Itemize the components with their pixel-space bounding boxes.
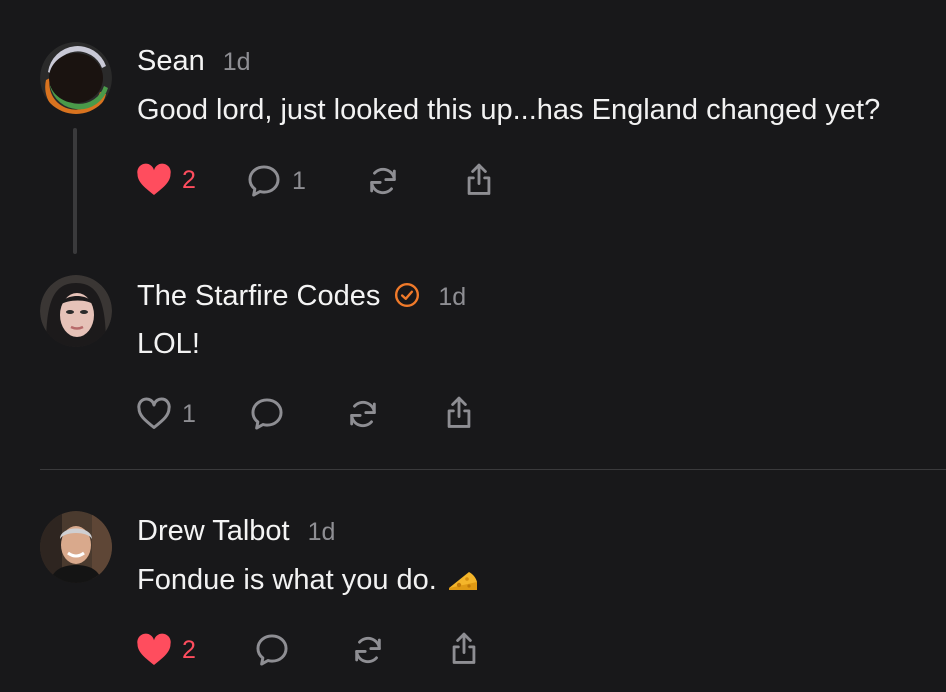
cheese-icon	[447, 568, 479, 594]
comment-body: Fondue is what you do.	[137, 564, 479, 597]
like-count: 2	[182, 165, 196, 194]
comment-text: LOL!	[137, 328, 200, 360]
heart-filled-icon	[136, 163, 172, 197]
reply-count: 1	[292, 166, 306, 195]
comment-header: The Starfire Codes 1d	[137, 279, 466, 313]
reply-button[interactable]: 1	[246, 164, 306, 198]
like-count: 2	[182, 635, 196, 664]
avatar-sean[interactable]	[40, 42, 112, 114]
like-button[interactable]: 2	[136, 163, 196, 197]
thread-connector	[73, 128, 77, 254]
repost-icon	[346, 397, 380, 431]
comment-thread: Sean 1d Good lord, just looked this up..…	[0, 0, 946, 692]
speech-bubble-icon	[246, 164, 282, 198]
author-name[interactable]: Sean	[137, 45, 205, 78]
timestamp: 1d	[438, 283, 467, 311]
like-count: 1	[182, 399, 196, 428]
timestamp: 1d	[307, 518, 336, 546]
share-button[interactable]	[447, 631, 481, 667]
speech-bubble-icon	[249, 397, 285, 431]
like-button[interactable]: 2	[136, 633, 196, 667]
comment-header: Drew Talbot 1d	[137, 515, 335, 548]
heart-filled-icon	[136, 633, 172, 667]
like-button[interactable]: 1	[136, 397, 196, 431]
comment-text: Good lord, just looked this up...has Eng…	[137, 94, 881, 126]
repost-button[interactable]	[351, 633, 385, 667]
repost-icon	[351, 633, 385, 667]
heart-outline-icon	[136, 397, 172, 431]
timestamp: 1d	[222, 48, 251, 76]
verified-badge-icon	[394, 282, 420, 308]
divider	[40, 469, 946, 470]
comment-text: Fondue is what you do.	[137, 564, 437, 596]
author-name[interactable]: Drew Talbot	[137, 515, 290, 548]
repost-button[interactable]	[366, 164, 400, 198]
share-button[interactable]	[462, 162, 496, 198]
repost-button[interactable]	[346, 397, 380, 431]
speech-bubble-icon	[254, 633, 290, 667]
share-icon	[462, 162, 496, 198]
share-button[interactable]	[442, 395, 476, 431]
reply-button[interactable]	[254, 633, 290, 667]
avatar-starfire[interactable]	[40, 275, 112, 347]
reply-button[interactable]	[249, 397, 285, 431]
author-name[interactable]: The Starfire Codes	[137, 280, 380, 313]
repost-icon	[366, 164, 400, 198]
avatar-drew-talbot[interactable]	[40, 511, 112, 583]
share-icon	[447, 631, 481, 667]
comment-header: Sean 1d	[137, 45, 251, 78]
share-icon	[442, 395, 476, 431]
